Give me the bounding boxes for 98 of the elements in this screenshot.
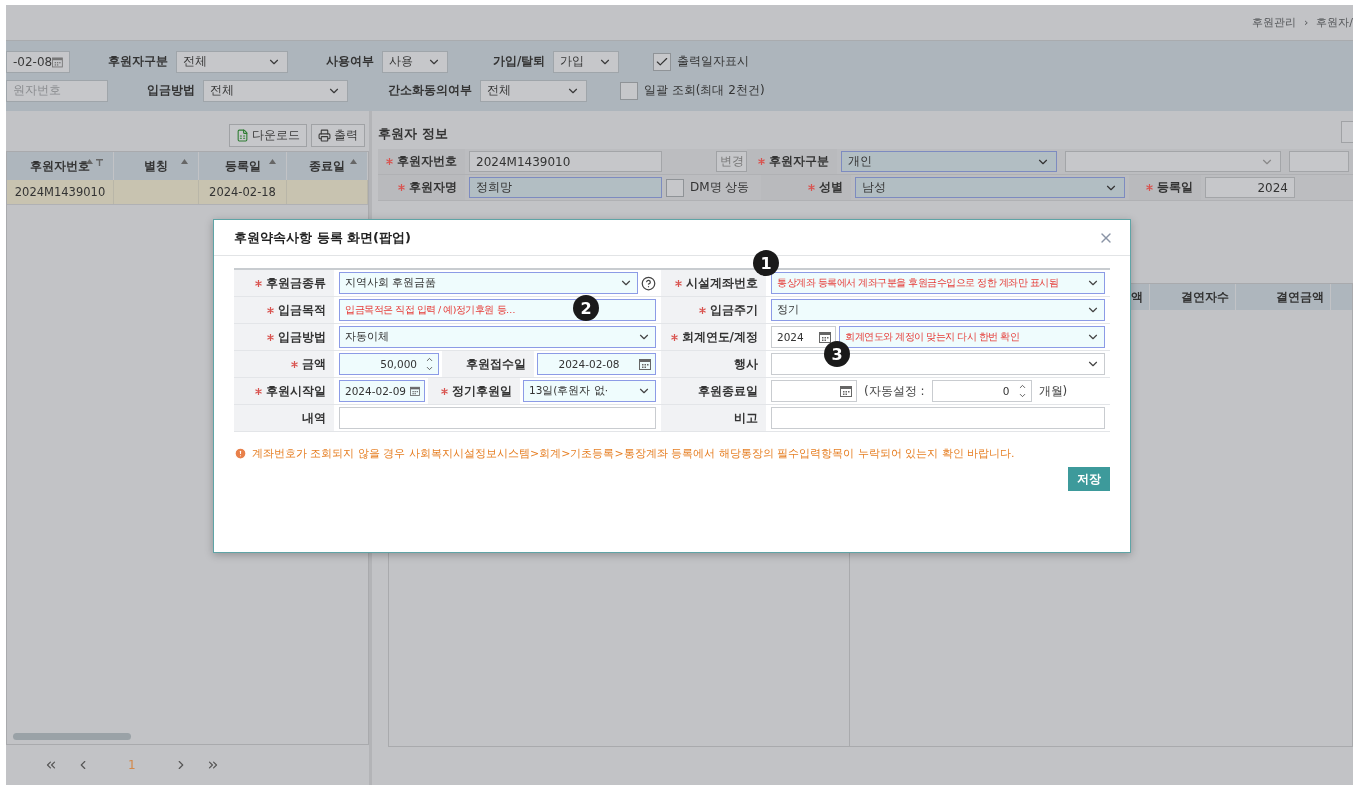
field-label: 금액	[234, 351, 334, 377]
sort-icon[interactable]	[350, 159, 357, 164]
field-label: 비고	[661, 405, 766, 431]
scrollbar[interactable]	[13, 733, 131, 740]
select-field[interactable]	[1289, 151, 1349, 172]
notice-text: 계좌번호가 조회되지 않을 경우 사회복지시설정보시스템>회계>기초등록>통장계좌 등록에서 해당통장의 필수입력항목이 누락되어 있는지 확인 바랍니다.	[252, 446, 1015, 461]
filter-label: 사용여부	[326, 53, 374, 70]
required-icon	[386, 158, 393, 165]
field-label: 회계연도/계정	[661, 324, 766, 350]
calendar-icon[interactable]	[639, 358, 651, 370]
field-label: 입금방법	[234, 324, 334, 350]
section-title: 후원자 정보	[378, 125, 448, 143]
help-icon[interactable]	[641, 275, 656, 291]
select-field[interactable]: 전체	[203, 79, 348, 102]
select-field[interactable]: 가입	[553, 50, 620, 73]
sort-icon[interactable]	[181, 159, 188, 164]
select-field[interactable]: 통상계좌 등록에서 계좌구분을 후원금수입으로 정한 계좌만 표시됨	[771, 272, 1105, 294]
field-text: (자동설정 :	[864, 382, 925, 400]
calendar-icon[interactable]	[819, 331, 831, 343]
filter-label: 가입/탈퇴	[493, 53, 546, 70]
table-cell: 2024-02-18	[199, 180, 287, 204]
callout-number: 1	[753, 250, 779, 276]
filter-label: 입금방법	[147, 82, 195, 99]
checkbox[interactable]	[666, 178, 684, 197]
required-icon	[267, 306, 274, 314]
select-field[interactable]: 자동이체	[339, 326, 656, 348]
field-text: 개월)	[1038, 382, 1068, 400]
select-field[interactable]	[1065, 151, 1281, 172]
required-icon	[758, 158, 765, 165]
checkbox[interactable]	[620, 81, 638, 100]
calendar-icon[interactable]	[410, 385, 420, 397]
field-label: 후원시작일	[234, 378, 334, 404]
checkbox-label: 일괄 조회(최대 2천건)	[644, 82, 765, 99]
checkbox-label: 출력일자표시	[677, 53, 750, 70]
field-label: 시설계좌번호	[661, 270, 766, 296]
required-icon	[441, 387, 448, 395]
field-label: 후원접수일	[442, 351, 534, 377]
select-field[interactable]: 남성	[855, 177, 1125, 198]
select-field[interactable]: 사용	[382, 50, 448, 73]
breadcrumb-link[interactable]: 후원관리	[1251, 15, 1296, 30]
date-field[interactable]: 2024-02-09	[339, 380, 425, 402]
date-field: 2024	[1205, 177, 1295, 198]
select-field[interactable]: 회계연도와 계정이 맞는지 다시 한번 확인	[839, 326, 1105, 348]
column-header[interactable]: 결연금액	[1236, 284, 1331, 310]
spreadsheet-icon	[236, 129, 249, 142]
select-field[interactable]: 13일(후원자 없·	[523, 380, 656, 402]
filter-label: 간소화동의여부	[388, 82, 472, 99]
download-button[interactable]: 다운로드	[229, 124, 307, 147]
filter-label: 후원자구분	[108, 53, 168, 70]
first-page-icon[interactable]	[44, 758, 58, 772]
date-field[interactable]	[771, 380, 857, 402]
select-field[interactable]: 전체	[176, 50, 288, 73]
required-icon	[808, 184, 815, 191]
required-icon	[1146, 184, 1153, 191]
field-label: 입금주기	[661, 297, 766, 323]
required-icon	[267, 333, 274, 341]
checkbox-label: DM명 상동	[690, 179, 750, 196]
calendar-icon[interactable]	[840, 385, 852, 397]
donor-name-field[interactable]: 정희망	[469, 177, 662, 198]
print-button[interactable]: 출력	[311, 124, 365, 147]
number-field[interactable]: 50,000	[339, 353, 439, 375]
field-label: 후원금종류	[234, 270, 334, 296]
field-label: 행사	[661, 351, 766, 377]
text-field[interactable]	[771, 407, 1105, 429]
column-header[interactable]: 결연자수	[1150, 284, 1236, 310]
required-icon	[675, 279, 682, 287]
required-icon	[291, 360, 298, 368]
required-icon	[699, 306, 706, 314]
date-field[interactable]: -02-08	[6, 50, 70, 73]
field-label: 입금목적	[234, 297, 334, 323]
field-label: 후원종료일	[661, 378, 766, 404]
select-field[interactable]: 개인	[841, 151, 1057, 172]
printer-icon	[318, 129, 331, 142]
breadcrumb-separator: ›	[1303, 16, 1309, 29]
number-field[interactable]: 0	[931, 380, 1032, 402]
required-icon	[255, 387, 262, 395]
date-field[interactable]: 2024-02-08	[537, 353, 656, 375]
calendar-icon[interactable]	[52, 55, 63, 68]
filter-icon[interactable]	[96, 159, 103, 166]
field-label: 내역	[234, 405, 334, 431]
breadcrumb-link[interactable]: 후원자/	[1316, 15, 1353, 30]
select-field[interactable]: 전체	[480, 79, 587, 102]
donor-number-field: 2024M1439010	[469, 151, 662, 172]
text-field[interactable]	[339, 407, 656, 429]
required-icon	[670, 333, 678, 341]
sort-icon[interactable]	[269, 159, 276, 164]
field-label: 정기후원일	[428, 378, 520, 404]
select-field[interactable]: 정기	[771, 299, 1105, 321]
required-icon	[398, 184, 405, 191]
warning-icon	[234, 447, 247, 460]
dialog-title: 후원약속사항 등록 화면(팝업)	[234, 228, 411, 247]
select-field[interactable]: 지역사회 후원금품	[339, 272, 638, 294]
table-row[interactable]: 2024M1439010 2024-02-18	[7, 180, 368, 205]
required-icon	[255, 279, 262, 287]
table-cell: 2024M1439010	[7, 180, 114, 204]
checkbox[interactable]	[653, 52, 672, 71]
callout-number: 2	[573, 295, 599, 321]
year-field[interactable]: 2024	[771, 326, 836, 348]
